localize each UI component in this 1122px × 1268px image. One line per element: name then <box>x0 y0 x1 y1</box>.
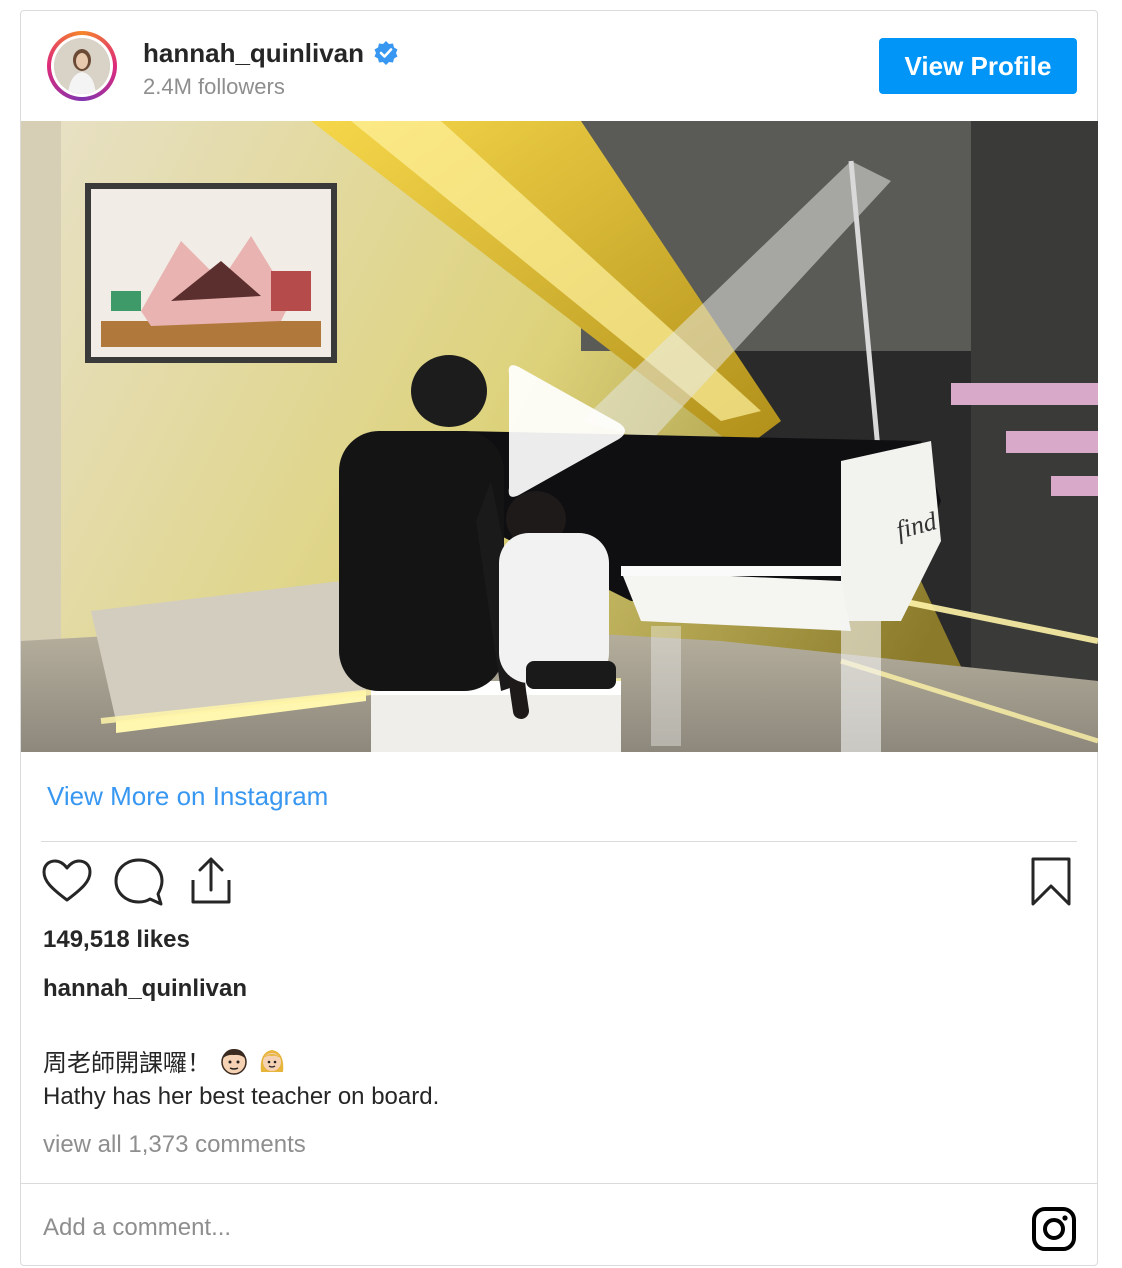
avatar[interactable] <box>47 31 117 101</box>
caption-line-1: 周老師開課囉！ <box>43 1043 287 1078</box>
view-more-on-instagram-link[interactable]: View More on Instagram <box>47 781 328 812</box>
instagram-logo-icon[interactable] <box>1031 1206 1077 1252</box>
instagram-embed-card: hannah_quinlivan 2.4M followers View Pro… <box>20 10 1098 1266</box>
verified-badge-icon <box>373 40 399 66</box>
add-comment-input[interactable]: Add a comment... <box>43 1214 231 1242</box>
post-video[interactable]: find <box>21 121 1098 752</box>
share-icon[interactable] <box>185 856 237 908</box>
like-count[interactable]: 149,518 likes <box>43 926 190 954</box>
profile-username[interactable]: hannah_quinlivan <box>143 38 364 69</box>
view-all-comments-link[interactable]: view all 1,373 comments <box>43 1131 306 1159</box>
view-profile-button[interactable]: View Profile <box>879 38 1077 94</box>
follower-count: 2.4M followers <box>143 74 285 99</box>
post-actions-bar <box>41 856 1077 912</box>
caption-text-chinese: 周老師開課囉！ <box>43 1050 211 1077</box>
heart-icon[interactable] <box>41 856 93 908</box>
divider <box>41 841 1077 842</box>
blond-girl-emoji <box>257 1046 287 1076</box>
caption-username[interactable]: hannah_quinlivan <box>43 975 247 1003</box>
avatar-photo <box>54 38 110 94</box>
post-header: hannah_quinlivan 2.4M followers View Pro… <box>21 11 1097 121</box>
divider <box>21 1183 1097 1184</box>
bookmark-icon[interactable] <box>1025 856 1077 908</box>
man-face-emoji <box>219 1046 249 1076</box>
comment-icon[interactable] <box>113 856 165 908</box>
avatar-ring-inner <box>51 35 113 97</box>
caption-line-2: Hathy has her best teacher on board. <box>43 1083 440 1110</box>
